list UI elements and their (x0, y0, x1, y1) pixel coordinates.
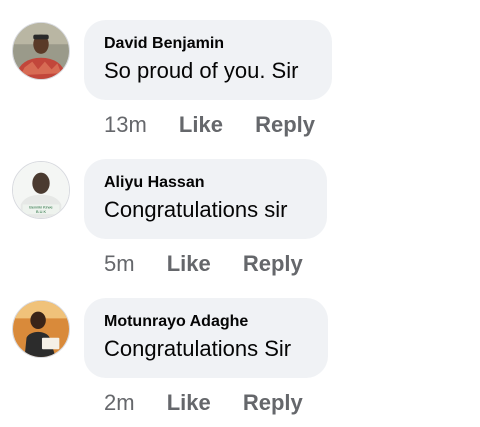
avatar[interactable] (12, 300, 70, 358)
like-button[interactable]: Like (179, 112, 223, 137)
avatar-caption: Benniki Kirwe (29, 205, 52, 209)
comment-author[interactable]: Motunrayo Adaghe (104, 312, 308, 332)
avatar-photo (13, 301, 69, 357)
like-button[interactable]: Like (167, 390, 211, 415)
comment-bubble: David Benjamin So proud of you. Sir (84, 20, 332, 100)
avatar[interactable]: Benniki Kirwe B.U.K (12, 161, 70, 219)
avatar[interactable] (12, 22, 70, 80)
comment-bubble: Aliyu Hassan Congratulations sir (84, 159, 327, 239)
comment-timestamp[interactable]: 13m (104, 112, 147, 137)
reply-button[interactable]: Reply (243, 251, 303, 276)
comment-author[interactable]: David Benjamin (104, 34, 312, 54)
reply-button[interactable]: Reply (243, 390, 303, 415)
comment-actions: 13m Like Reply (104, 112, 315, 138)
reply-button[interactable]: Reply (255, 112, 315, 137)
comment-text: Congratulations Sir (104, 336, 292, 361)
avatar-photo: Benniki Kirwe B.U.K (13, 162, 69, 218)
avatar-photo (13, 23, 69, 79)
comment-author[interactable]: Aliyu Hassan (104, 173, 307, 193)
comment-timestamp[interactable]: 5m (104, 251, 135, 276)
comment-timestamp[interactable]: 2m (104, 390, 135, 415)
comment-bubble: Motunrayo Adaghe Congratulations Sir (84, 298, 328, 378)
avatar-caption-2: B.U.K (36, 210, 47, 214)
comment-actions: 5m Like Reply (104, 251, 303, 277)
comment-actions: 2m Like Reply (104, 390, 303, 416)
like-button[interactable]: Like (167, 251, 211, 276)
comment-text: So proud of you. Sir (104, 58, 299, 83)
comment-text: Congratulations sir (104, 197, 288, 222)
